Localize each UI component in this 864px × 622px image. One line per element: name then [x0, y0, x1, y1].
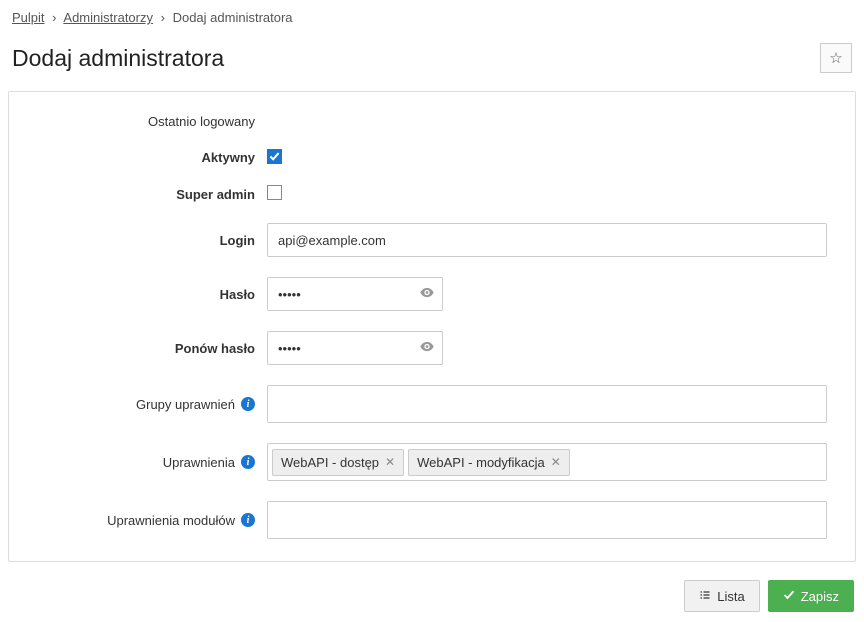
- permission-tag: WebAPI - dostęp ✕: [272, 449, 404, 476]
- superadmin-label: Super admin: [9, 187, 267, 202]
- tag-label: WebAPI - modyfikacja: [417, 455, 545, 470]
- eye-icon[interactable]: [419, 285, 435, 304]
- active-checkbox[interactable]: [267, 149, 282, 164]
- permissions-label-wrap: Uprawnienia i: [9, 455, 267, 470]
- active-label: Aktywny: [9, 150, 267, 165]
- eye-icon[interactable]: [419, 339, 435, 358]
- breadcrumb-link-administratorzy[interactable]: Administratorzy: [63, 10, 153, 25]
- breadcrumb-link-pulpit[interactable]: Pulpit: [12, 10, 45, 25]
- info-icon[interactable]: i: [241, 397, 255, 411]
- check-icon: [269, 151, 280, 162]
- breadcrumb-current: Dodaj administratora: [173, 10, 293, 25]
- tag-remove-icon[interactable]: ✕: [385, 455, 395, 469]
- password-input[interactable]: [267, 277, 443, 311]
- permissions-input[interactable]: WebAPI - dostęp ✕ WebAPI - modyfikacja ✕: [267, 443, 827, 481]
- last-login-label: Ostatnio logowany: [9, 114, 267, 129]
- tag-remove-icon[interactable]: ✕: [551, 455, 561, 469]
- page-title: Dodaj administratora: [12, 45, 224, 72]
- permissions-label: Uprawnienia: [163, 455, 235, 470]
- login-label: Login: [9, 233, 267, 248]
- favorite-button[interactable]: ☆: [820, 43, 852, 73]
- permission-groups-label-wrap: Grupy uprawnień i: [9, 397, 267, 412]
- list-icon: [699, 589, 711, 604]
- breadcrumb-separator: ›: [52, 10, 56, 25]
- permission-groups-label: Grupy uprawnień: [136, 397, 235, 412]
- check-icon: [783, 589, 795, 604]
- save-button-label: Zapisz: [801, 589, 839, 604]
- info-icon[interactable]: i: [241, 513, 255, 527]
- password-label: Hasło: [9, 287, 267, 302]
- module-permissions-label: Uprawnienia modułów: [107, 513, 235, 528]
- module-permissions-label-wrap: Uprawnienia modułów i: [9, 513, 267, 528]
- login-input[interactable]: [267, 223, 827, 257]
- tag-label: WebAPI - dostęp: [281, 455, 379, 470]
- permission-tag: WebAPI - modyfikacja ✕: [408, 449, 570, 476]
- list-button-label: Lista: [717, 589, 744, 604]
- breadcrumb: Pulpit › Administratorzy › Dodaj adminis…: [0, 0, 864, 35]
- list-button[interactable]: Lista: [684, 580, 759, 612]
- password-repeat-label: Ponów hasło: [9, 341, 267, 356]
- superadmin-checkbox[interactable]: [267, 185, 282, 200]
- page-header: Dodaj administratora ☆: [0, 35, 864, 91]
- info-icon[interactable]: i: [241, 455, 255, 469]
- save-button[interactable]: Zapisz: [768, 580, 854, 612]
- star-icon: ☆: [829, 49, 842, 67]
- breadcrumb-separator: ›: [161, 10, 165, 25]
- permission-groups-input[interactable]: [267, 385, 827, 423]
- form-panel: Ostatnio logowany Aktywny Super admin Lo…: [8, 91, 856, 562]
- password-repeat-input[interactable]: [267, 331, 443, 365]
- module-permissions-input[interactable]: [267, 501, 827, 539]
- form-footer: Lista Zapisz: [0, 562, 864, 622]
